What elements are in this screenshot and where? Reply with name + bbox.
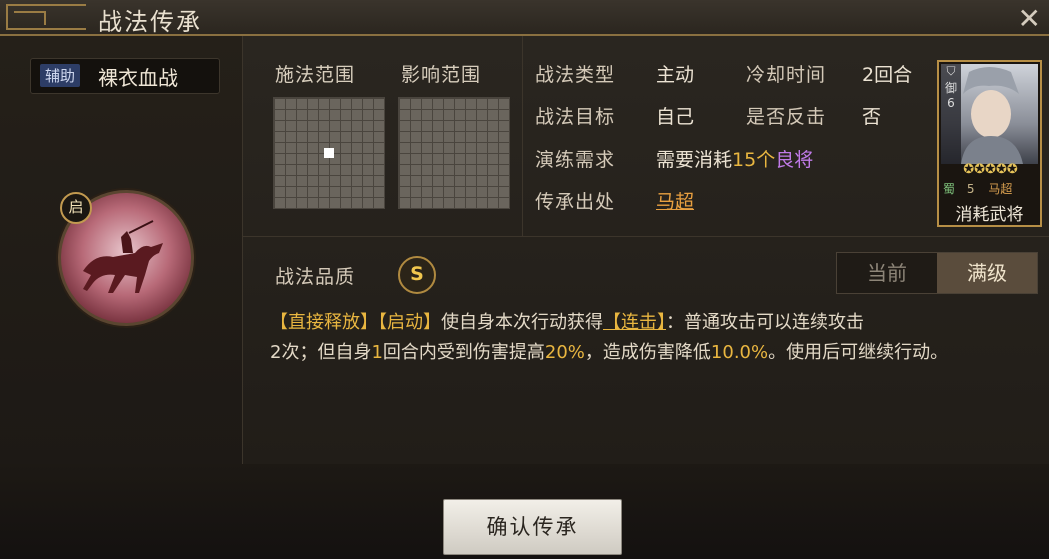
title-bar: 战法传承 ✕ xyxy=(0,0,1049,36)
desc-text-4: 回合内受到伤害提高 xyxy=(382,342,545,363)
divider-horizontal xyxy=(242,236,1049,237)
requirement-prefix: 需要消耗 xyxy=(656,149,733,171)
desc-text-2: ：普通攻击可以连续攻击 xyxy=(666,312,864,333)
title-ornament xyxy=(6,4,86,30)
desc-keyword-direct: 【直接释放】 xyxy=(270,312,378,333)
desc-keyword-launch: 【启动】 xyxy=(378,312,441,333)
desc-text-5: ，造成伤害降低 xyxy=(584,342,711,363)
skill-name: 裸衣血战 xyxy=(98,66,178,90)
desc-text-6: 。使用后可继续行动。 xyxy=(768,342,949,363)
desc-text-1: 使自身本次行动获得 xyxy=(441,312,603,333)
source-label: 传承出处 xyxy=(535,191,616,213)
requirement-count: 15个 xyxy=(732,149,776,171)
general-name: 马超 xyxy=(988,182,1013,196)
requirement-value: 需要消耗15个良将 xyxy=(656,145,813,172)
divider-vertical xyxy=(522,36,523,236)
desc-keyword-combo[interactable]: 【连击】 xyxy=(603,312,666,333)
general-meta: 蜀 5 马超 xyxy=(943,180,1038,196)
launch-badge: 启 xyxy=(60,192,92,224)
counter-label: 是否反击 xyxy=(746,106,827,128)
tab-max-level[interactable]: 满级 xyxy=(937,253,1037,293)
tab-current[interactable]: 当前 xyxy=(837,253,937,293)
cast-range-grid xyxy=(273,97,385,209)
close-icon[interactable]: ✕ xyxy=(1018,2,1041,35)
skill-type-value: 主动 xyxy=(656,64,695,86)
skill-target-label: 战法目标 xyxy=(535,106,616,128)
cooldown-value: 2回合 xyxy=(862,64,913,86)
general-side-strip: ⛉ 御 6 xyxy=(941,64,961,164)
level-toggle: 当前 满级 xyxy=(836,252,1038,294)
requirement-label: 演练需求 xyxy=(535,149,616,171)
counter-value: 否 xyxy=(862,106,882,128)
skill-target-value: 自己 xyxy=(656,106,695,128)
general-troop: 御 xyxy=(944,81,957,95)
skill-type-label: 战法类型 xyxy=(535,64,616,86)
window-title: 战法传承 xyxy=(98,8,202,36)
general-card[interactable]: ⛉ 御 6 ✪✪✪✪✪ 蜀 5 马超 消耗武将 xyxy=(937,60,1042,227)
cooldown-label: 冷却时间 xyxy=(746,64,827,86)
cast-range-label: 施法范围 xyxy=(275,64,356,86)
desc-text-3: 2次；但自身 xyxy=(270,342,372,363)
source-general-link[interactable]: 马超 xyxy=(656,187,694,214)
consume-general-caption: 消耗武将 xyxy=(955,205,1024,225)
quality-label: 战法品质 xyxy=(275,266,356,288)
skill-description: 【直接释放】【启动】使自身本次行动获得【连击】：普通攻击可以连续攻击 2次；但自身… xyxy=(270,308,1042,368)
effect-range-label: 影响范围 xyxy=(401,64,482,86)
general-faction: 蜀 xyxy=(943,182,956,196)
shield-icon: ⛉ xyxy=(946,64,956,78)
general-cost: 5 xyxy=(966,182,975,196)
confirm-inherit-button[interactable]: 确认传承 xyxy=(443,499,622,555)
quality-badge: S xyxy=(398,256,436,294)
cast-center-cell xyxy=(324,148,334,158)
star-rating: ✪✪✪✪✪ xyxy=(963,162,1018,177)
effect-range-grid xyxy=(398,97,510,209)
desc-num-damage-dealt: 10.0% xyxy=(710,342,769,363)
skill-tag: 辅助 xyxy=(40,64,81,87)
general-level: 6 xyxy=(947,96,955,110)
requirement-item: 良将 xyxy=(775,149,814,171)
desc-num-rounds: 1 xyxy=(371,342,383,363)
desc-num-damage-taken: 20% xyxy=(544,342,585,363)
